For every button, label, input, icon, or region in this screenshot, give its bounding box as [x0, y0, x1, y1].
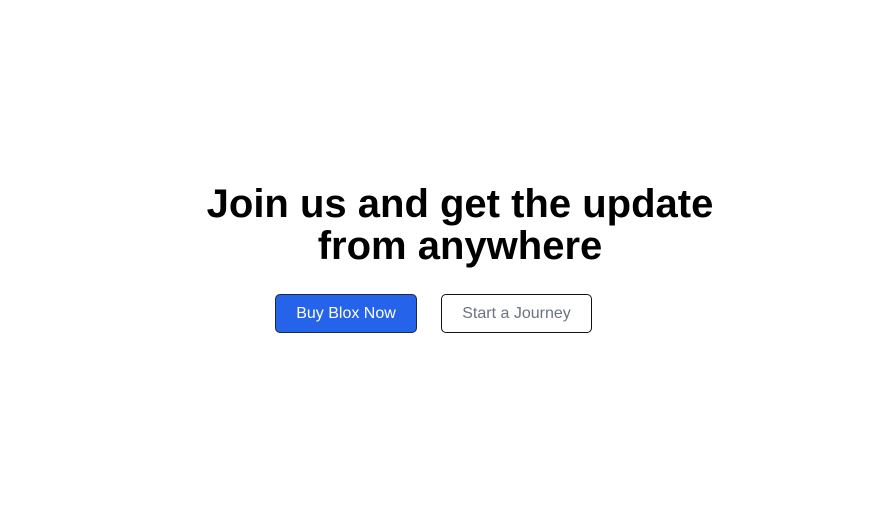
buy-blox-now-button[interactable]: Buy Blox Now — [275, 294, 417, 333]
hero-headline-line-1: Join us and get the update — [206, 182, 714, 226]
start-a-journey-button[interactable]: Start a Journey — [441, 294, 592, 333]
hero-section: Join us and get the update from anywhere… — [0, 0, 869, 524]
hero-headline-line-2: from anywhere — [317, 224, 603, 268]
hero-headline: Join us and get the update from anywhere — [150, 183, 770, 267]
